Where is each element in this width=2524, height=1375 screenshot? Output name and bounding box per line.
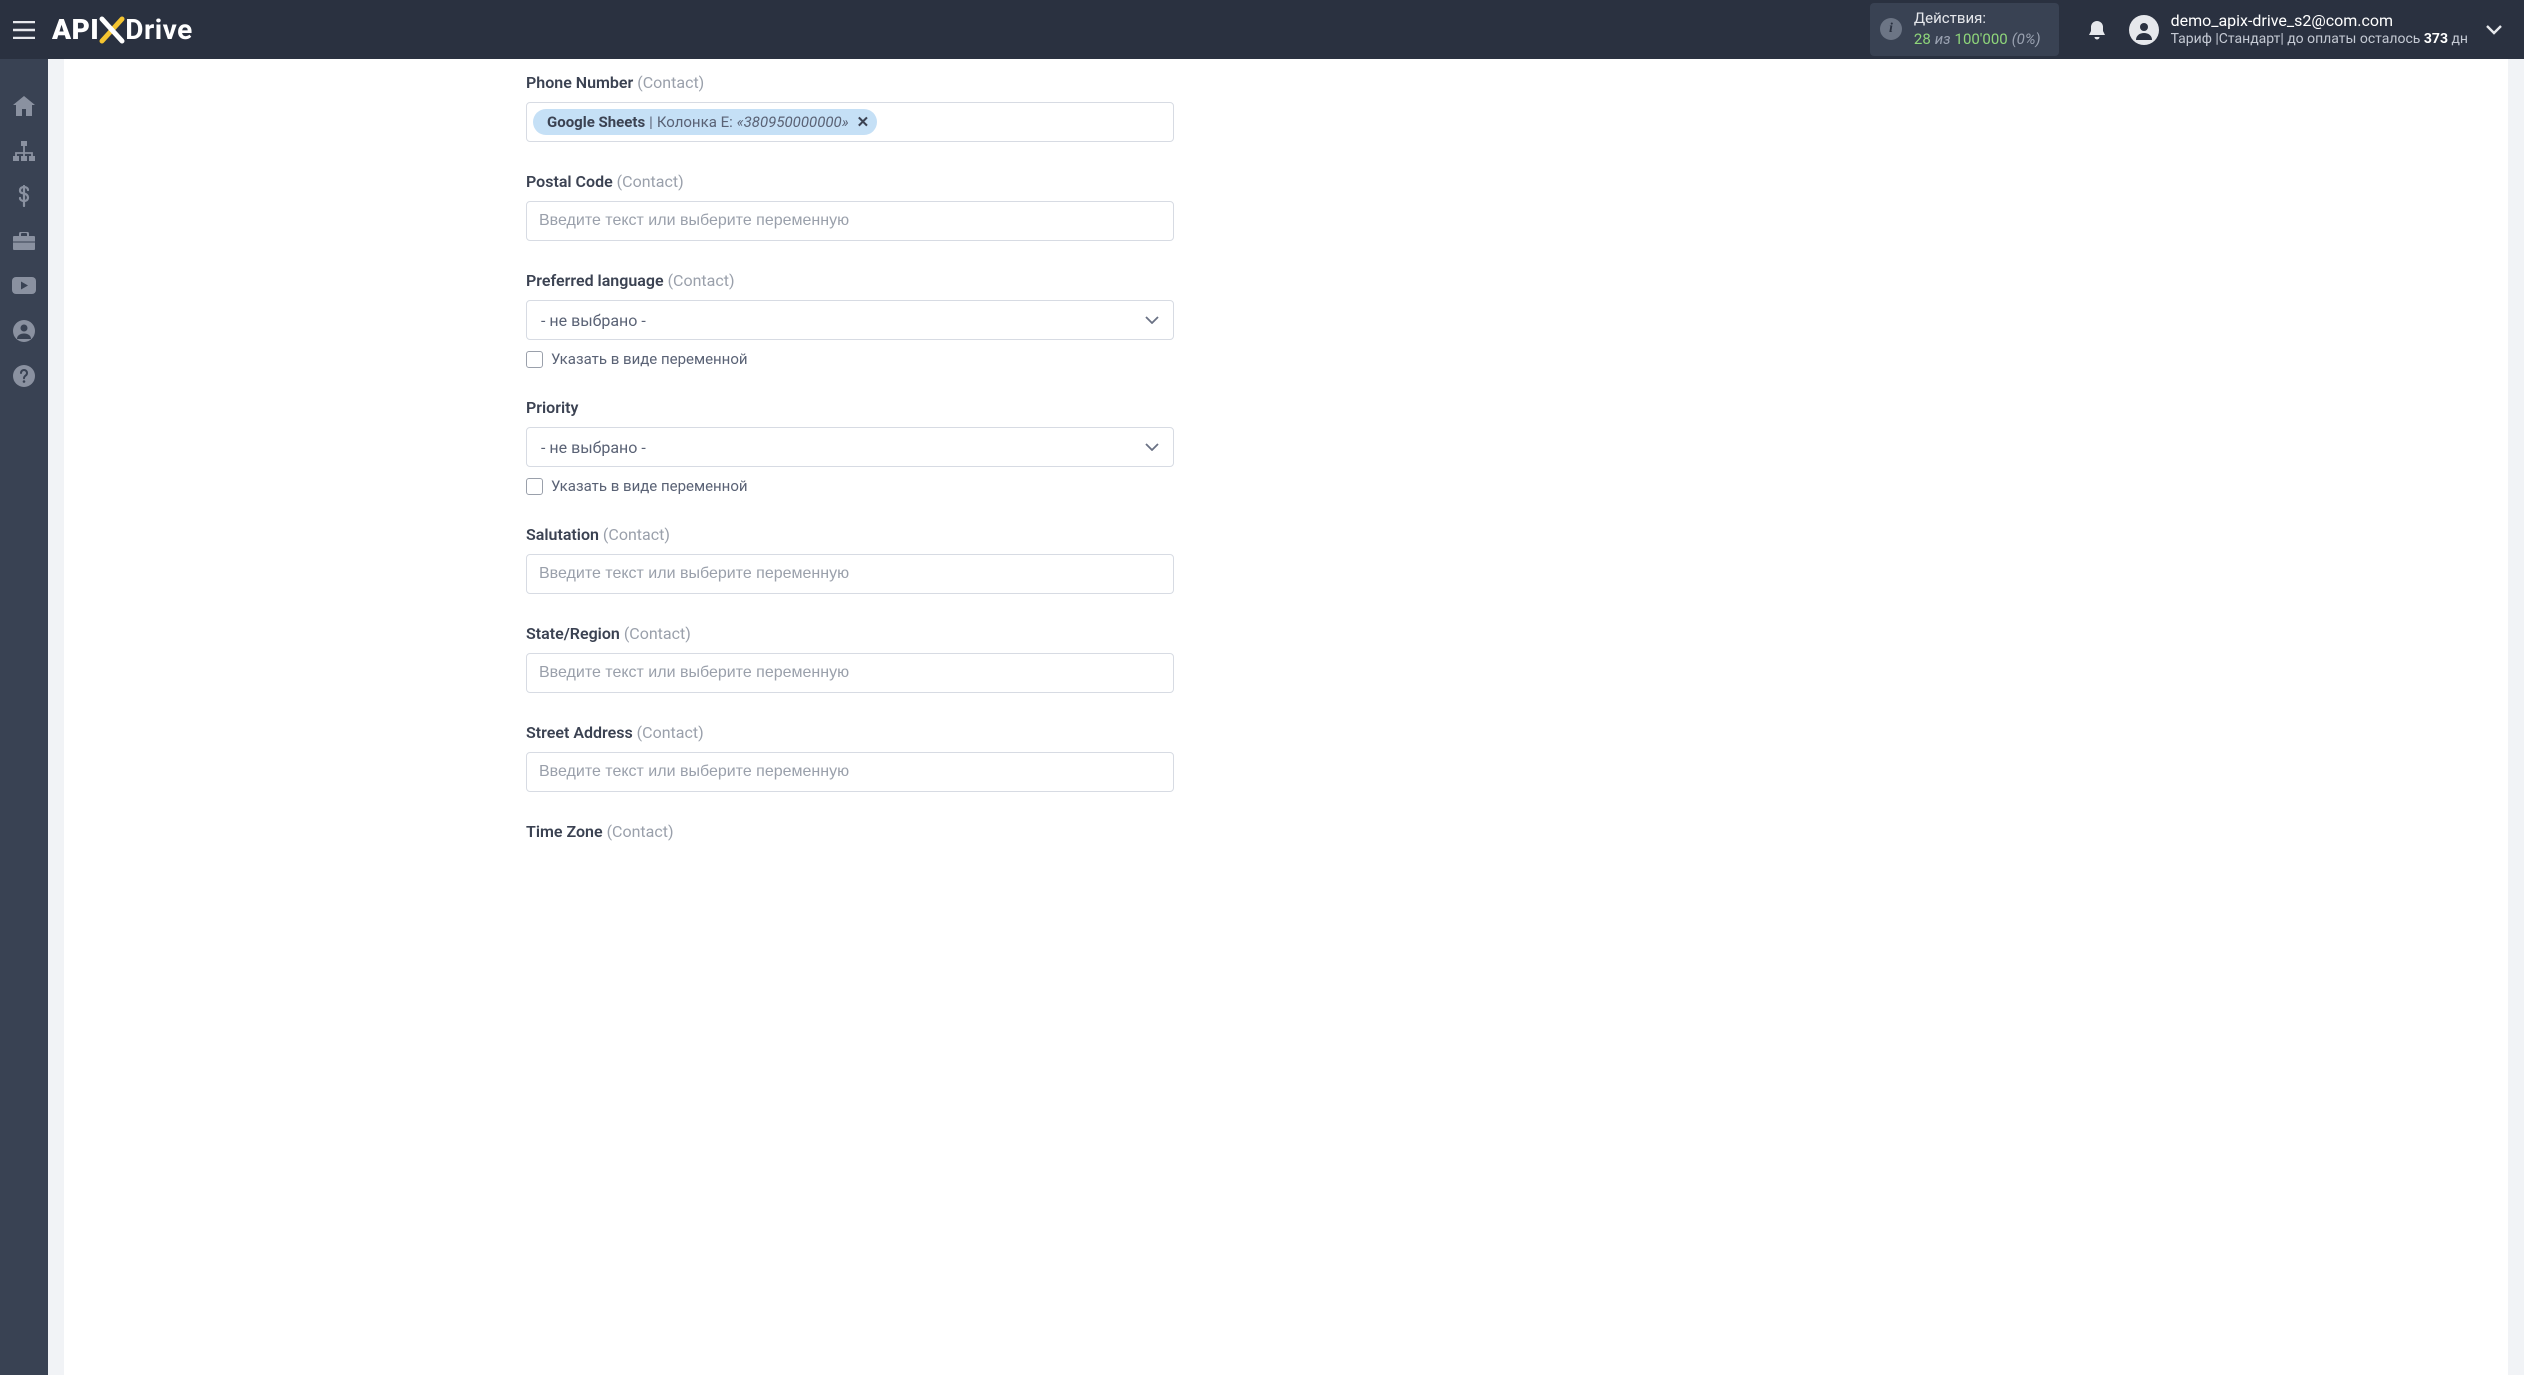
variable-tag[interactable]: Google Sheets | Колонка E: «380950000000… [533,109,877,135]
sidebar-item-connections[interactable] [0,128,48,173]
home-icon [13,96,35,116]
field-label: Priority [526,398,1174,417]
field-state-region: State/Region (Contact) [526,624,1174,693]
briefcase-icon [13,232,35,250]
user-email: demo_apix-drive_s2@com.com [2171,11,2468,31]
field-label: Postal Code (Contact) [526,172,1174,191]
salutation-input[interactable] [526,554,1174,594]
logo-text-drive: Drive [125,13,192,46]
field-postal-code: Postal Code (Contact) [526,172,1174,241]
sidebar [0,59,48,1375]
logo[interactable]: API Drive [52,13,193,46]
logo-x-icon [97,15,127,45]
topbar: APIDrive i Действия: 28 из 100'000 (0%) … [0,0,2524,59]
actions-text: Действия: 28 из 100'000 (0%) [1914,9,2041,49]
hamburger-icon [13,21,35,39]
actions-limit: 100'000 [1955,30,2008,48]
sidebar-item-video[interactable] [0,263,48,308]
user-circle-icon [13,320,35,342]
notifications-button[interactable] [2087,19,2107,41]
checkbox-icon [526,351,543,368]
avatar [2129,15,2159,45]
chevron-down-icon [1145,316,1159,324]
field-priority: Priority - не выбрано - Указать в виде п… [526,398,1174,495]
postal-code-input[interactable] [526,201,1174,241]
actions-of: из [1935,30,1951,48]
user-menu-button[interactable]: demo_apix-drive_s2@com.com Тариф |Станда… [2129,11,2468,49]
info-icon: i [1880,18,1902,40]
field-label: Street Address (Contact) [526,723,1174,742]
menu-toggle-button[interactable] [0,0,48,59]
phone-number-input[interactable]: Google Sheets | Колонка E: «380950000000… [526,102,1174,142]
field-label: Preferred language (Contact) [526,271,1174,290]
page-scroll[interactable]: Phone Number (Contact) Google Sheets | К… [48,59,2524,1375]
actions-pct: (0%) [2012,30,2041,48]
use-variable-checkbox[interactable]: Указать в виде переменной [526,350,1174,368]
preferred-language-select[interactable]: - не выбрано - [526,300,1174,340]
field-preferred-language: Preferred language (Contact) - не выбран… [526,271,1174,368]
content-card: Phone Number (Contact) Google Sheets | К… [64,59,2508,1375]
user-plan: Тариф |Стандарт| до оплаты осталось 373 … [2171,31,2468,49]
chevron-down-icon [1145,443,1159,451]
actions-counter[interactable]: i Действия: 28 из 100'000 (0%) [1870,3,2059,55]
field-phone-number: Phone Number (Contact) Google Sheets | К… [526,73,1174,142]
field-street-address: Street Address (Contact) [526,723,1174,792]
checkbox-icon [526,478,543,495]
chevron-down-icon [2486,25,2502,35]
use-variable-checkbox[interactable]: Указать в виде переменной [526,477,1174,495]
tag-remove-button[interactable]: ✕ [857,113,870,131]
select-value: - не выбрано - [541,311,646,330]
state-region-input[interactable] [526,653,1174,693]
field-salutation: Salutation (Contact) [526,525,1174,594]
user-menu-chevron[interactable] [2486,25,2502,35]
sidebar-item-billing[interactable] [0,173,48,218]
street-address-input[interactable] [526,752,1174,792]
user-icon [2134,20,2154,40]
sidebar-item-help[interactable] [0,353,48,398]
priority-select[interactable]: - не выбрано - [526,427,1174,467]
actions-count: 28 [1914,30,1931,48]
field-label: Time Zone (Contact) [526,822,1174,841]
actions-label: Действия: [1914,9,2041,29]
select-value: - не выбрано - [541,438,646,457]
bell-icon [2087,19,2107,41]
tag-source: Google Sheets [547,113,645,131]
user-text: demo_apix-drive_s2@com.com Тариф |Станда… [2171,11,2468,49]
form-area: Phone Number (Contact) Google Sheets | К… [526,59,1174,911]
youtube-icon [12,277,36,294]
field-label: State/Region (Contact) [526,624,1174,643]
field-time-zone: Time Zone (Contact) [526,822,1174,841]
checkbox-label: Указать в виде переменной [551,350,748,368]
logo-text-api: API [52,13,99,46]
sidebar-item-home[interactable] [0,83,48,128]
checkbox-label: Указать в виде переменной [551,477,748,495]
sidebar-item-account[interactable] [0,308,48,353]
actions-value-row: 28 из 100'000 (0%) [1914,29,2041,50]
question-circle-icon [13,365,35,387]
field-label: Salutation (Contact) [526,525,1174,544]
sidebar-item-briefcase[interactable] [0,218,48,263]
field-label: Phone Number (Contact) [526,73,1174,92]
dollar-icon [17,185,31,207]
sitemap-icon [13,141,35,161]
